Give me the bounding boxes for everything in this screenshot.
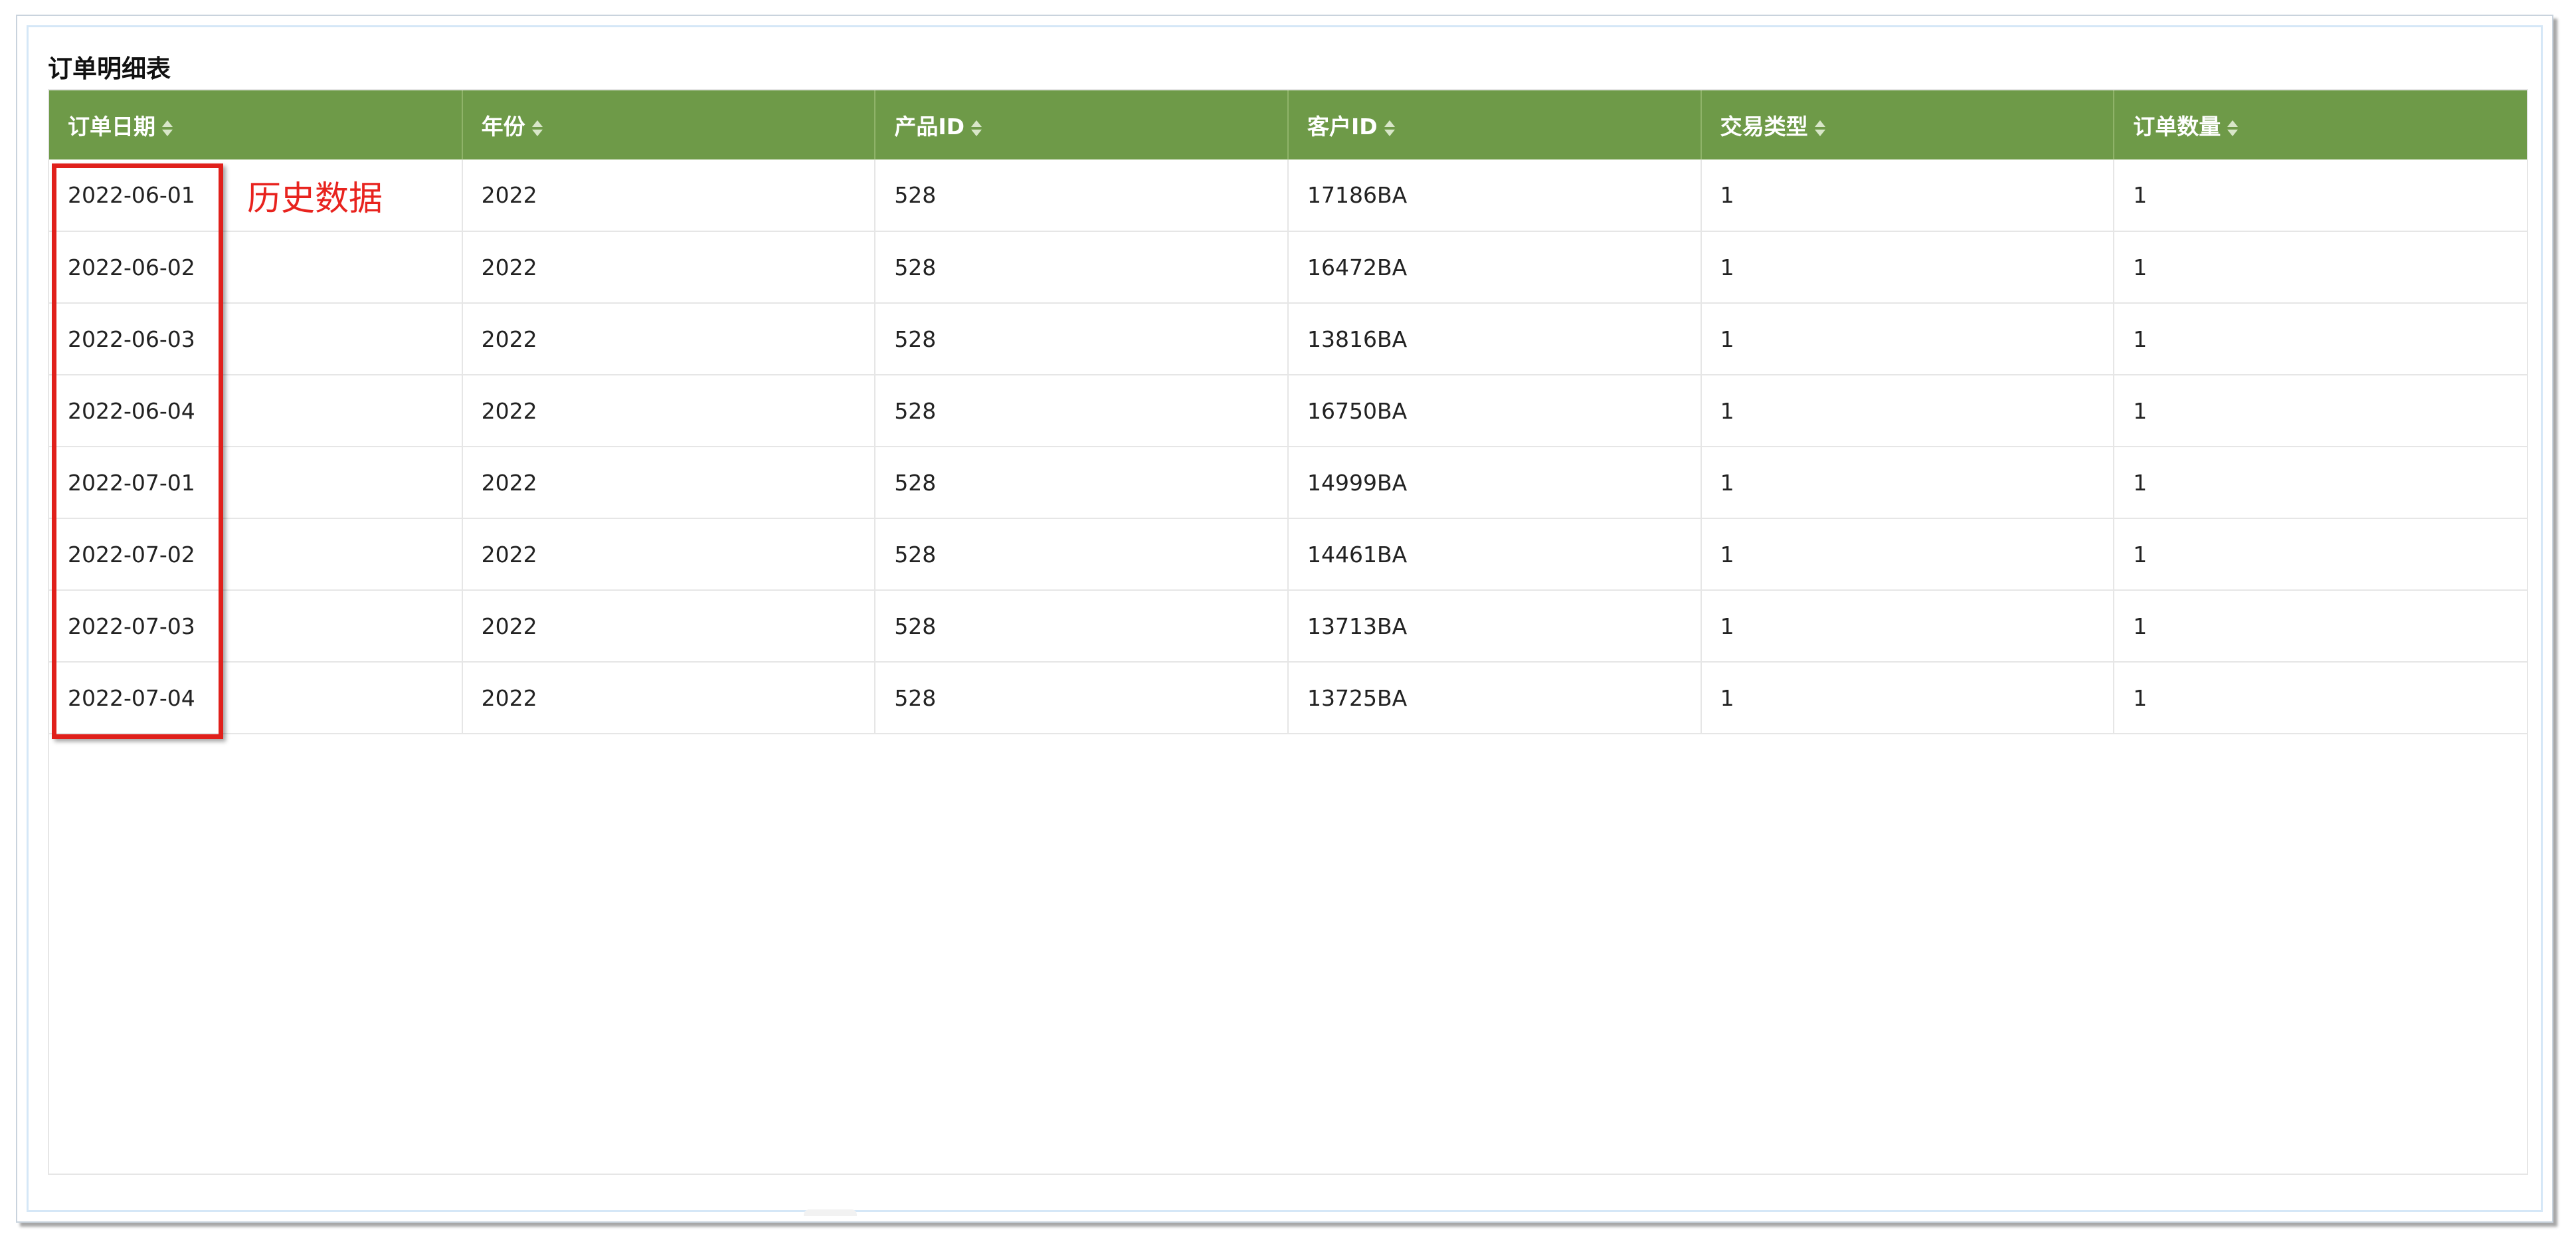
table-row[interactable]: 2022-06-04 2022 528 16750BA 1 1 — [49, 375, 2527, 447]
table-title: 订单明细表 — [48, 54, 171, 83]
cell-order-date: 2022-07-03 — [49, 590, 463, 663]
cell-order-date: 2022-06-03 — [49, 303, 463, 375]
table-header-row: 订单日期 年份 产品ID 客户ID 交易类型 订单数量 — [49, 90, 2527, 159]
cell-product-id: 528 — [875, 375, 1289, 447]
annotation-label: 历史数据 — [247, 179, 383, 219]
cell-product-id: 528 — [875, 159, 1289, 232]
table-row[interactable]: 2022-06-02 2022 528 16472BA 1 1 — [49, 231, 2527, 304]
cell-order-quantity: 1 — [2114, 447, 2527, 519]
cell-customer-id: 16472BA — [1287, 231, 1702, 304]
cell-order-date: 2022-07-02 — [49, 518, 463, 591]
cell-order-quantity: 1 — [2114, 159, 2527, 232]
sort-icon[interactable] — [970, 120, 982, 136]
cell-year: 2022 — [462, 375, 876, 447]
column-header-year[interactable]: 年份 — [462, 90, 876, 159]
column-header-transaction-type[interactable]: 交易类型 — [1701, 90, 2115, 159]
cell-customer-id: 13725BA — [1287, 662, 1702, 734]
cell-year: 2022 — [462, 159, 876, 232]
cell-year: 2022 — [462, 662, 876, 734]
cell-transaction-type: 1 — [1701, 231, 2115, 304]
cell-order-quantity: 1 — [2114, 303, 2527, 375]
cell-product-id: 528 — [875, 231, 1289, 304]
column-header-order-date[interactable]: 订单日期 — [49, 90, 463, 159]
cell-transaction-type: 1 — [1701, 375, 2115, 447]
order-detail-table: 订单日期 年份 产品ID 客户ID 交易类型 订单数量 2022-06-01 2… — [49, 90, 2527, 734]
cell-transaction-type: 1 — [1701, 303, 2115, 375]
cell-order-quantity: 1 — [2114, 375, 2527, 447]
cell-year: 2022 — [462, 303, 876, 375]
cell-year: 2022 — [462, 447, 876, 519]
cell-order-date: 2022-07-04 — [49, 662, 463, 734]
sort-icon[interactable] — [1384, 120, 1395, 136]
column-label: 交易类型 — [1720, 114, 1808, 140]
table-row[interactable]: 2022-07-04 2022 528 13725BA 1 1 — [49, 662, 2527, 734]
cell-order-quantity: 1 — [2114, 662, 2527, 734]
cell-transaction-type: 1 — [1701, 159, 2115, 232]
order-detail-table-container[interactable]: 订单日期 年份 产品ID 客户ID 交易类型 订单数量 2022-06-01 2… — [48, 89, 2528, 1175]
cell-transaction-type: 1 — [1701, 518, 2115, 591]
cell-transaction-type: 1 — [1701, 590, 2115, 663]
cell-order-date: 2022-06-04 — [49, 375, 463, 447]
sort-icon[interactable] — [531, 120, 543, 136]
cell-product-id: 528 — [875, 518, 1289, 591]
cell-product-id: 528 — [875, 303, 1289, 375]
cell-customer-id: 13713BA — [1287, 590, 1702, 663]
table-row[interactable]: 2022-06-03 2022 528 13816BA 1 1 — [49, 303, 2527, 375]
cell-transaction-type: 1 — [1701, 662, 2115, 734]
cell-product-id: 528 — [875, 662, 1289, 734]
column-label: 订单日期 — [68, 114, 155, 140]
cell-customer-id: 14999BA — [1287, 447, 1702, 519]
table-row[interactable]: 2022-06-01 2022 528 17186BA 1 1 — [49, 159, 2527, 232]
column-label: 订单数量 — [2133, 114, 2221, 140]
cell-customer-id: 16750BA — [1287, 375, 1702, 447]
scroll-handle[interactable] — [804, 1209, 857, 1216]
sort-icon[interactable] — [1814, 120, 1825, 136]
cell-year: 2022 — [462, 231, 876, 304]
column-header-customer-id[interactable]: 客户ID — [1287, 90, 1702, 159]
cell-order-date: 2022-07-01 — [49, 447, 463, 519]
sort-icon[interactable] — [2227, 120, 2239, 136]
cell-customer-id: 14461BA — [1287, 518, 1702, 591]
cell-order-quantity: 1 — [2114, 518, 2527, 591]
column-header-order-quantity[interactable]: 订单数量 — [2114, 90, 2527, 159]
cell-order-quantity: 1 — [2114, 231, 2527, 304]
cell-customer-id: 17186BA — [1287, 159, 1702, 232]
cell-year: 2022 — [462, 518, 876, 591]
cell-transaction-type: 1 — [1701, 447, 2115, 519]
cell-customer-id: 13816BA — [1287, 303, 1702, 375]
sort-icon[interactable] — [162, 120, 173, 136]
column-label: 年份 — [481, 114, 525, 140]
column-label: 产品ID — [894, 114, 965, 140]
cell-order-date: 2022-06-02 — [49, 231, 463, 304]
cell-product-id: 528 — [875, 447, 1289, 519]
cell-order-quantity: 1 — [2114, 590, 2527, 663]
table-row[interactable]: 2022-07-02 2022 528 14461BA 1 1 — [49, 518, 2527, 591]
table-row[interactable]: 2022-07-01 2022 528 14999BA 1 1 — [49, 447, 2527, 519]
cell-year: 2022 — [462, 590, 876, 663]
column-label: 客户ID — [1307, 114, 1378, 140]
table-row[interactable]: 2022-07-03 2022 528 13713BA 1 1 — [49, 590, 2527, 663]
cell-product-id: 528 — [875, 590, 1289, 663]
column-header-product-id[interactable]: 产品ID — [875, 90, 1289, 159]
